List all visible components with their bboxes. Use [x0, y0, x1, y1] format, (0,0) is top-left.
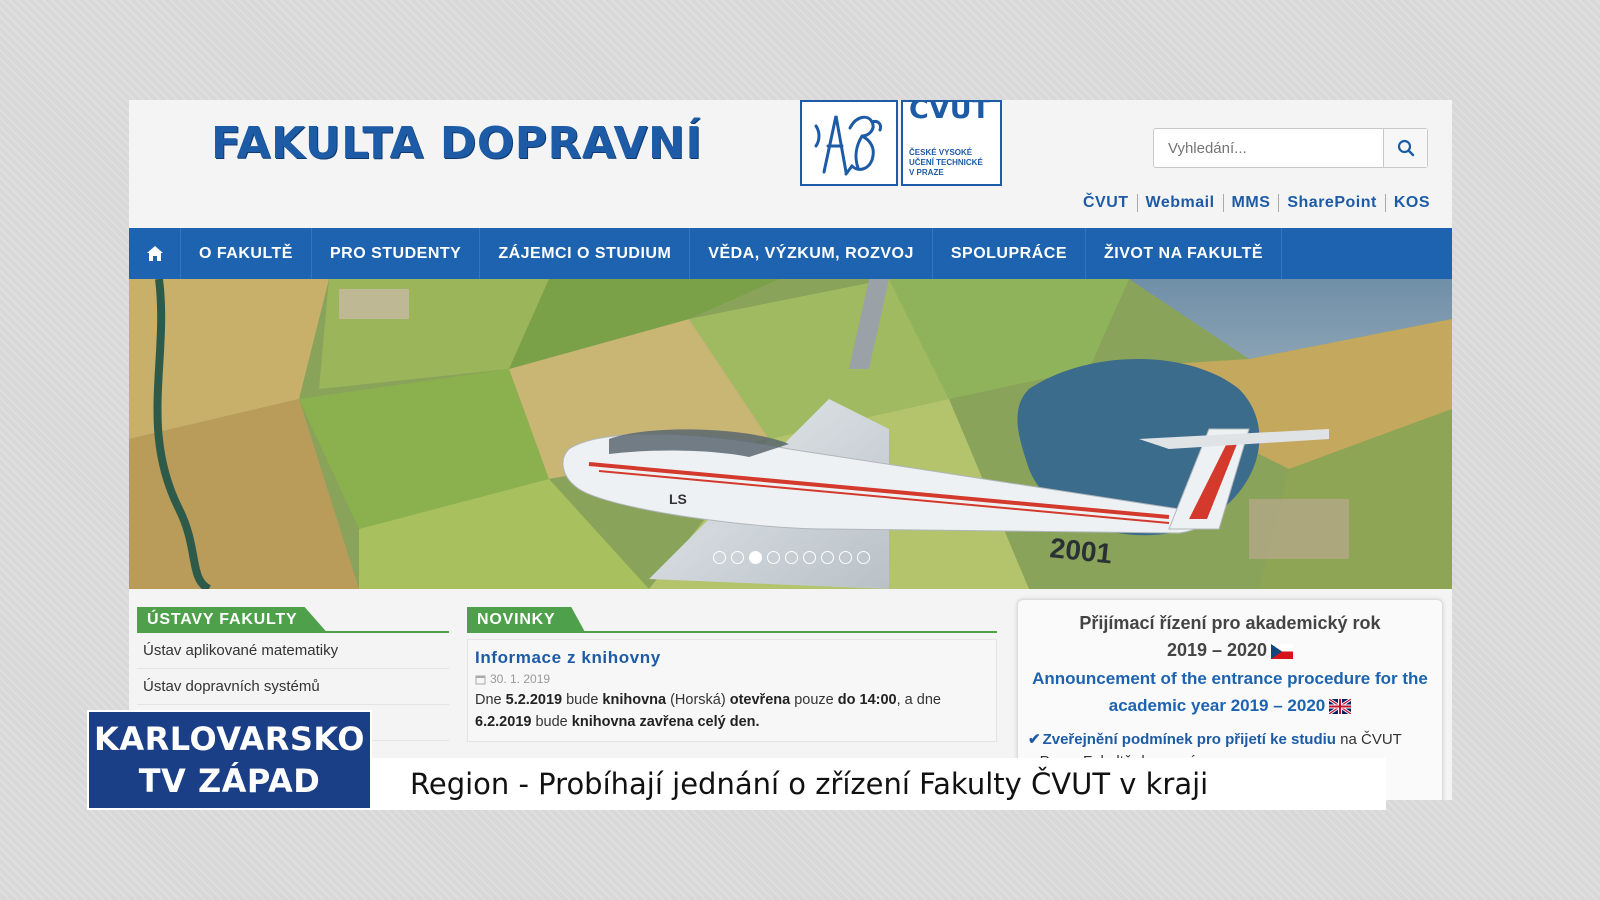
news-heading: NOVINKY: [467, 607, 997, 633]
admission-title-en-line: Announcement of the entrance procedure f…: [1032, 669, 1428, 688]
departments-heading-label: ÚSTAVY FAKULTY: [137, 607, 328, 633]
cvut-fullname-line: V PRAZE: [909, 168, 944, 177]
tail-number: 2001: [1048, 532, 1113, 569]
news-text: pouze: [790, 692, 838, 708]
admission-title-cz-line2: 2019 – 2020: [1018, 637, 1442, 664]
glider-mark: LS: [669, 491, 687, 507]
news-body: Dne 5.2.2019 bude knihovna (Horská) otev…: [475, 689, 989, 733]
ticker-text: Region - Probíhají jednání o zřízení Fak…: [410, 767, 1209, 801]
cvut-fullname-line: ČESKÉ VYSOKÉ: [909, 148, 973, 157]
admission-title-cz-line: Přijímací řízení pro akademický rok: [1079, 613, 1381, 633]
search-icon: [1397, 139, 1414, 157]
search-input[interactable]: [1154, 129, 1383, 167]
check-icon: ✔: [1028, 731, 1041, 748]
news-bold: knihovna zavřena celý den.: [571, 714, 760, 730]
cvut-abbr: ČVUT: [909, 100, 991, 125]
link-mms[interactable]: MMS: [1222, 194, 1279, 212]
cvut-fullname: ČESKÉ VYSOKÉ UČENÍ TECHNICKÉ V PRAZE: [909, 148, 1001, 178]
tv-channel-logo: KARLOVARSKO TV ZÁPAD: [87, 710, 372, 810]
departments-heading: ÚSTAVY FAKULTY: [137, 607, 449, 633]
slider-dot[interactable]: [821, 551, 834, 564]
cvut-logo[interactable]: ČVUT ČESKÉ VYSOKÉ UČENÍ TECHNICKÉ V PRAZ…: [800, 100, 1002, 186]
news-text: (Horská): [666, 692, 730, 708]
website-screenshot: FAKULTA DOPRAVNÍ ČVUT ČESKÉ VYSOKÉ UČENÍ…: [129, 100, 1452, 800]
link-kos[interactable]: KOS: [1384, 194, 1438, 212]
tv-logo-line1: KARLOVARSKO: [94, 720, 365, 758]
site-title[interactable]: FAKULTA DOPRAVNÍ: [211, 118, 702, 169]
admission-title-cz[interactable]: Přijímací řízení pro akademický rok 2019…: [1018, 610, 1442, 664]
news-heading-label: NOVINKY: [467, 607, 586, 633]
news-title[interactable]: Informace z knihovny: [475, 648, 989, 668]
site-header: FAKULTA DOPRAVNÍ ČVUT ČESKÉ VYSOKÉ UČENÍ…: [129, 100, 1452, 228]
main-nav: O FAKULTĚ PRO STUDENTY ZÁJEMCI O STUDIUM…: [129, 228, 1452, 279]
link-sharepoint[interactable]: SharePoint: [1278, 194, 1384, 212]
search-form: [1153, 128, 1428, 168]
search-button[interactable]: [1383, 129, 1427, 167]
czech-flag-icon: [1271, 644, 1294, 659]
list-item[interactable]: Ústav dopravních systémů: [137, 669, 449, 705]
nav-item-pro-studenty[interactable]: PRO STUDENTY: [312, 228, 481, 279]
nav-item-zivot[interactable]: ŽIVOT NA FAKULTĚ: [1086, 228, 1283, 279]
hero-image: LS 2001: [129, 279, 1452, 589]
admission-title-en-line2: academic year 2019 – 2020: [1018, 692, 1442, 719]
quick-links: ČVUT Webmail MMS SharePoint KOS: [1075, 194, 1438, 212]
nav-item-zajemci[interactable]: ZÁJEMCI O STUDIUM: [480, 228, 691, 279]
slider-dot[interactable]: [785, 551, 798, 564]
news-text: Dne: [475, 692, 506, 708]
slider-dot-active[interactable]: [749, 551, 762, 564]
link-cvut[interactable]: ČVUT: [1075, 194, 1137, 212]
slider-dot[interactable]: [731, 551, 744, 564]
admission-item-link[interactable]: Zveřejnění podmínek pro přijetí ke studi…: [1043, 731, 1336, 748]
lion-emblem-icon: [800, 100, 898, 186]
link-webmail[interactable]: Webmail: [1136, 194, 1223, 212]
admission-item-text: na ČVUT: [1335, 731, 1402, 748]
admission-title-en[interactable]: Announcement of the entrance procedure f…: [1018, 665, 1442, 719]
slider-dot[interactable]: [857, 551, 870, 564]
news-section: NOVINKY Informace z knihovny 30. 1. 2019…: [467, 607, 997, 742]
news-bold: knihovna: [602, 692, 667, 708]
nav-item-o-fakulte[interactable]: O FAKULTĚ: [181, 228, 312, 279]
slider-dot[interactable]: [767, 551, 780, 564]
admission-year-en: academic year 2019 – 2020: [1108, 696, 1326, 715]
slider-dots: [713, 551, 870, 564]
nav-item-spoluprace[interactable]: SPOLUPRÁCE: [933, 228, 1086, 279]
news-date: 30. 1. 2019: [475, 672, 989, 686]
news-text: , a dne: [896, 692, 941, 708]
news-bold: 6.2.2019: [475, 714, 532, 730]
news-text: bude: [531, 714, 572, 730]
slider-dot[interactable]: [713, 551, 726, 564]
slider-dot[interactable]: [839, 551, 852, 564]
slider-dot[interactable]: [803, 551, 816, 564]
home-icon: [146, 246, 163, 261]
news-bold: do 14:00: [837, 692, 897, 708]
hero-slider[interactable]: LS 2001: [129, 279, 1452, 589]
news-bold: 5.2.2019: [505, 692, 563, 708]
list-item[interactable]: Ústav aplikované matematiky: [137, 633, 449, 669]
cvut-wordmark: ČVUT ČESKÉ VYSOKÉ UČENÍ TECHNICKÉ V PRAZ…: [901, 100, 1002, 186]
admission-year: 2019 – 2020: [1166, 640, 1268, 660]
nav-item-veda[interactable]: VĚDA, VÝZKUM, ROZVOJ: [690, 228, 933, 279]
tv-logo-line2: TV ZÁPAD: [138, 762, 321, 800]
news-text: bude: [562, 692, 603, 708]
news-ticker: Region - Probíhají jednání o zřízení Fak…: [372, 758, 1386, 810]
news-item: Informace z knihovny 30. 1. 2019 Dne 5.2…: [467, 639, 997, 742]
nav-home[interactable]: [129, 228, 181, 279]
news-bold: otevřena: [729, 692, 791, 708]
news-date-text: 30. 1. 2019: [490, 672, 551, 686]
calendar-icon: [475, 675, 486, 684]
uk-flag-icon: [1329, 699, 1352, 714]
cvut-fullname-line: UČENÍ TECHNICKÉ: [909, 158, 983, 167]
